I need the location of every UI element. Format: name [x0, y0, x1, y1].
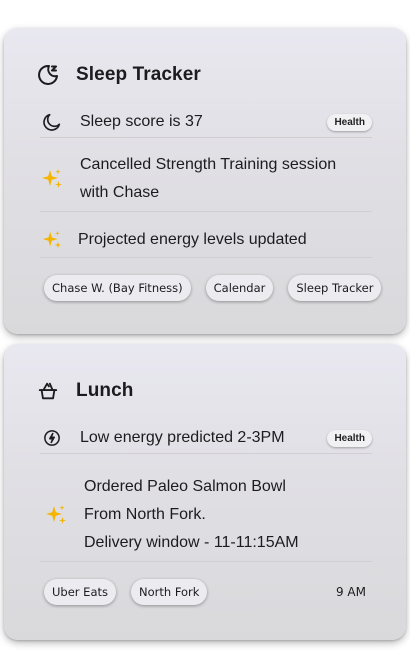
sleep-card-header: Sleep Tracker: [36, 63, 201, 87]
lunch-card-title: Lunch: [76, 380, 134, 401]
divider: [40, 561, 372, 562]
health-badge: Health: [327, 113, 372, 131]
low-energy-row[interactable]: Low energy predicted 2-3PM Health: [40, 424, 372, 452]
moon-icon: [40, 110, 64, 134]
divider: [40, 257, 372, 258]
sparkles-icon: [44, 503, 68, 527]
energy-updated-text: Projected energy levels updated: [78, 231, 307, 248]
cancelled-session-row[interactable]: Cancelled Strength Training session with…: [40, 151, 372, 207]
chip-chase-bay-fitness[interactable]: Chase W. (Bay Fitness): [44, 275, 191, 301]
chip-sleep-tracker[interactable]: Sleep Tracker: [288, 275, 382, 301]
divider: [40, 137, 372, 138]
lunch-card: Lunch Low energy predicted 2-3PM Health …: [4, 344, 406, 640]
order-line3: Delivery window - 11-11:15AM: [84, 534, 299, 551]
cancelled-session-line2: with Chase: [80, 184, 160, 201]
energy-updated-row[interactable]: Projected energy levels updated: [40, 226, 372, 254]
sleep-score-row[interactable]: Sleep score is 37 Health: [40, 108, 372, 136]
divider: [40, 211, 372, 212]
sparkles-icon: [40, 167, 64, 191]
health-badge: Health: [327, 429, 372, 447]
lunch-card-header: Lunch: [36, 379, 134, 403]
sparkles-icon: [40, 228, 64, 252]
food-bowl-icon: [36, 379, 60, 403]
order-line1: Ordered Paleo Salmon Bowl: [84, 478, 286, 495]
energy-bolt-icon: [40, 426, 64, 450]
sleep-tracker-card: Sleep Tracker Sleep score is 37 Health C…: [4, 28, 406, 334]
sleep-score-text: Sleep score is 37: [80, 113, 203, 130]
moon-refresh-icon: [36, 63, 60, 87]
chip-uber-eats[interactable]: Uber Eats: [44, 579, 116, 605]
sleep-source-chips: Chase W. (Bay Fitness) Calendar Sleep Tr…: [44, 275, 382, 301]
timestamp: 9 AM: [335, 585, 366, 599]
order-row[interactable]: Ordered Paleo Salmon Bowl From North For…: [44, 473, 372, 557]
cancelled-session-line1: Cancelled Strength Training session: [80, 156, 337, 173]
sleep-card-title: Sleep Tracker: [76, 64, 201, 85]
lunch-source-chips: Uber Eats North Fork: [44, 579, 208, 605]
divider: [40, 453, 372, 454]
chip-north-fork[interactable]: North Fork: [131, 579, 208, 605]
low-energy-text: Low energy predicted 2-3PM: [80, 429, 285, 446]
order-line2: From North Fork.: [84, 506, 206, 523]
chip-calendar[interactable]: Calendar: [205, 275, 274, 301]
